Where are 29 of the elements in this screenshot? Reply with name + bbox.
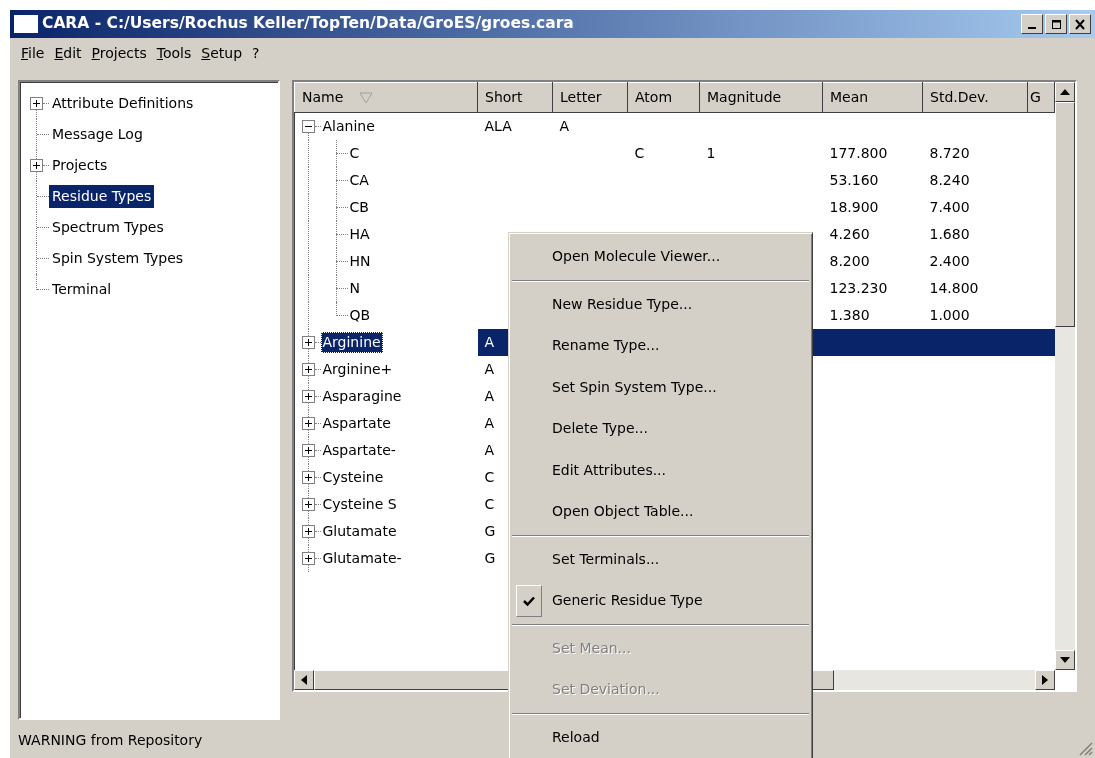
table-cell: 14.800: [929, 280, 979, 296]
window-title: CARA - C:/Users/Rochus Keller/TopTen/Data/GroES/groes.cara: [42, 13, 574, 35]
table-cell: C: [484, 496, 495, 512]
table-cell: 7.400: [929, 199, 970, 215]
table-cell: 177.800: [829, 145, 888, 161]
table-cell: ALA: [484, 118, 512, 134]
table-cell: 1: [706, 145, 716, 161]
table-cell: 8.720: [929, 145, 970, 161]
table-cell: 1.680: [929, 226, 970, 242]
table-cell: 4.260: [829, 226, 870, 242]
table-cell: G: [484, 550, 496, 566]
table-cell: C: [484, 469, 495, 485]
table-cell: 8.240: [929, 172, 970, 188]
table-cell: A: [484, 334, 495, 350]
table-cell: G: [484, 523, 496, 539]
table-cell: A: [484, 442, 495, 458]
table-cell: C: [634, 145, 645, 161]
table-cell: 53.160: [829, 172, 879, 188]
table-cell: A: [484, 388, 495, 404]
table-cell: A: [559, 118, 570, 134]
table-cell: 123.230: [829, 280, 888, 296]
table-cell: A: [484, 361, 495, 377]
table-cell: 18.900: [829, 199, 879, 215]
table-cell: 8.200: [829, 253, 870, 269]
status-text: WARNING from Repository: [18, 730, 203, 750]
table-cell: A: [484, 415, 495, 431]
table-cell: 1.380: [829, 307, 870, 323]
table-cell: 1.000: [929, 307, 970, 323]
table-cell: 2.400: [929, 253, 970, 269]
